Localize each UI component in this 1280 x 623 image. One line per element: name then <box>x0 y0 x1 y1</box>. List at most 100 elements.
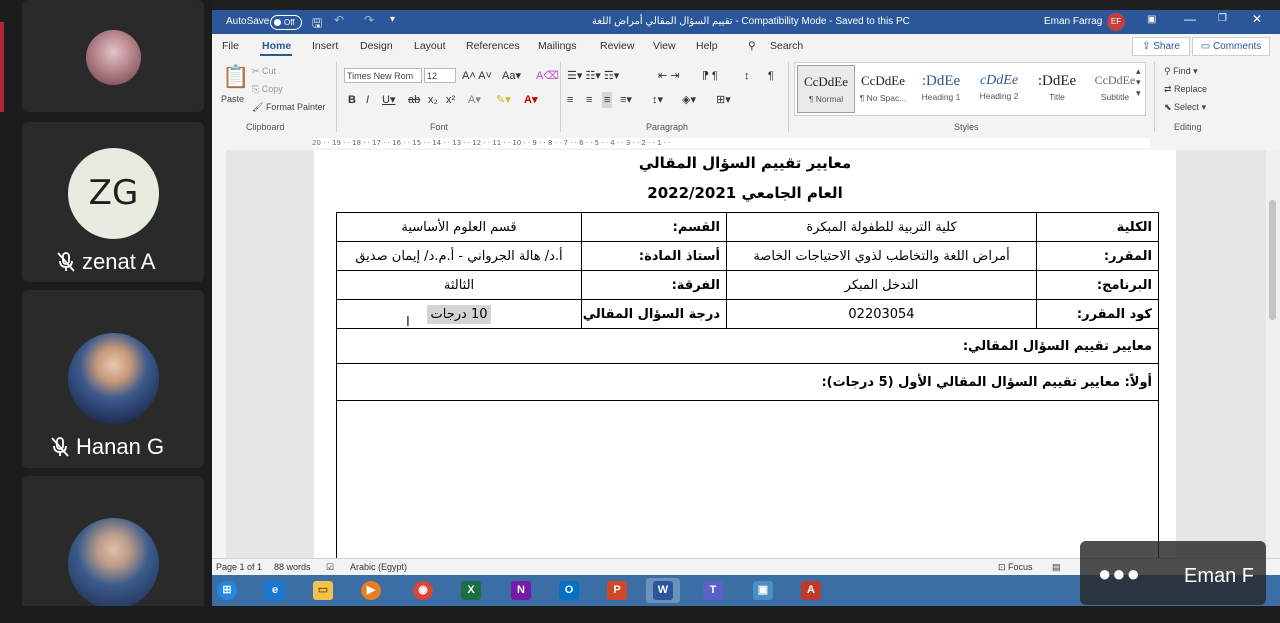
copy-button[interactable]: ⎘ Copy <box>252 84 283 95</box>
selected-text: 10 درجات <box>426 304 492 324</box>
table-cell-selected[interactable]: 10 درجات <box>336 299 582 329</box>
tab-mailings[interactable]: Mailings <box>538 40 577 52</box>
document-canvas[interactable]: معايير تقييم السؤال المقالي العام الجامع… <box>226 150 1266 558</box>
highlight-icon[interactable]: ✎▾ <box>496 92 511 108</box>
start-button-icon[interactable]: ⊞ <box>214 578 240 603</box>
tab-file[interactable]: File <box>222 40 239 52</box>
editing-group-label: Editing <box>1174 122 1202 132</box>
font-size-select[interactable]: 12 <box>424 68 456 83</box>
paste-icon[interactable]: 📋 <box>222 64 249 90</box>
excel-icon[interactable]: X <box>458 578 484 603</box>
select-button[interactable]: ⬉ Select ▾ <box>1164 102 1206 113</box>
line-spacing-icon[interactable]: ↕▾ <box>652 92 663 108</box>
comments-button[interactable]: ▭ Comments <box>1192 37 1270 56</box>
participant-tile-1[interactable] <box>22 0 204 112</box>
photos-icon[interactable]: ▣ <box>750 578 776 603</box>
share-button[interactable]: ⇪ Share <box>1132 37 1190 56</box>
more-options-icon[interactable]: ●●● <box>1098 561 1141 587</box>
strikethrough-button[interactable]: ab <box>408 92 420 108</box>
search-icon[interactable]: ⚲ <box>748 40 756 52</box>
media-player-icon[interactable]: ▶ <box>358 578 384 603</box>
user-avatar[interactable]: EF <box>1107 13 1125 31</box>
cut-button[interactable]: ✂ Cut <box>252 66 276 77</box>
sort-icon[interactable]: ↕ <box>744 68 750 84</box>
search-box[interactable]: Search <box>770 40 803 52</box>
participant-avatar <box>68 333 159 424</box>
shading-icon[interactable]: ◈▾ <box>682 92 696 108</box>
save-icon[interactable]: 🖫 <box>312 14 322 35</box>
file-explorer-icon[interactable]: ▭ <box>310 578 336 603</box>
align-left-icon[interactable]: ≡ <box>567 92 573 108</box>
word-count[interactable]: 88 words <box>274 562 311 572</box>
tab-references[interactable]: References <box>466 40 520 52</box>
internet-explorer-icon[interactable]: e <box>262 578 288 603</box>
text-effects-icon[interactable]: A▾ <box>468 92 481 108</box>
autosave-toggle[interactable]: Off <box>270 15 302 30</box>
style-heading-2[interactable]: cDdEe Heading 2 <box>971 65 1027 111</box>
font-name-select[interactable]: Times New Rom <box>344 68 422 83</box>
focus-button[interactable]: ⊡ Focus <box>998 562 1033 573</box>
redo-icon[interactable]: ↷ <box>364 13 374 27</box>
indent-icon[interactable]: ⇤ ⇥ <box>658 68 680 84</box>
page-count[interactable]: Page 1 of 1 <box>216 562 262 572</box>
onenote-icon[interactable]: N <box>508 578 534 603</box>
style-title[interactable]: :DdEe Title <box>1029 65 1085 111</box>
tab-design[interactable]: Design <box>360 40 393 52</box>
outlook-icon[interactable]: O <box>556 578 582 603</box>
justify-icon[interactable]: ≡▾ <box>620 92 632 108</box>
presenter-overlay[interactable]: ●●● Eman F <box>1080 541 1266 605</box>
undo-icon[interactable]: ↶ <box>334 13 344 27</box>
scrollbar-thumb[interactable] <box>1269 200 1276 320</box>
change-case-icon[interactable]: Aa▾ <box>502 68 521 84</box>
style-heading-1[interactable]: :DdEe Heading 1 <box>913 65 969 111</box>
group-divider <box>336 62 337 132</box>
tab-insert[interactable]: Insert <box>312 40 338 52</box>
align-center-icon[interactable]: ≡ <box>586 92 592 108</box>
style-no-spacing[interactable]: CcDdEe ¶ No Spac... <box>855 65 911 111</box>
tab-review[interactable]: Review <box>600 40 634 52</box>
close-icon[interactable]: ✕ <box>1252 12 1262 26</box>
bullets-icon[interactable]: ☰▾ ☷▾ ☶▾ <box>567 68 619 84</box>
read-mode-icon[interactable]: ▤ <box>1052 562 1061 573</box>
table-row: معايير تقييم السؤال المقالي: <box>336 328 1159 364</box>
subscript-button[interactable]: x₂ <box>428 92 438 108</box>
vertical-scrollbar[interactable] <box>1266 150 1280 558</box>
teams-icon[interactable]: T <box>700 578 726 603</box>
underline-button[interactable]: U▾ <box>382 92 395 108</box>
italic-button[interactable]: I <box>366 92 369 108</box>
proofing-icon[interactable]: ☑ <box>326 562 334 573</box>
powerpoint-icon[interactable]: P <box>604 578 630 603</box>
font-color-icon[interactable]: A▾ <box>524 92 537 108</box>
participant-name: zenat A <box>56 249 155 275</box>
minimize-icon[interactable]: — <box>1184 12 1196 26</box>
clear-formatting-icon[interactable]: A⌫ <box>536 68 559 84</box>
borders-icon[interactable]: ⊞▾ <box>716 92 731 108</box>
horizontal-ruler[interactable]: 20 · · 19 · · 18 · · 17 · · 16 · · 15 · … <box>212 136 1280 151</box>
find-button[interactable]: ⚲ Find ▾ <box>1164 66 1198 77</box>
style-normal[interactable]: CcDdEe ¶ Normal <box>797 65 855 113</box>
superscript-button[interactable]: x² <box>446 92 455 108</box>
ltr-rtl-icon[interactable]: ⁋ ¶ <box>702 68 718 84</box>
word-taskbar-icon[interactable]: W <box>646 578 680 603</box>
style-subtitle[interactable]: CcDdEe Subtitle <box>1087 65 1143 111</box>
tab-home[interactable]: Home <box>262 40 291 52</box>
group-divider <box>788 62 789 132</box>
tab-help[interactable]: Help <box>696 40 718 52</box>
bold-button[interactable]: B <box>348 92 356 108</box>
tab-view[interactable]: View <box>653 40 676 52</box>
tab-layout[interactable]: Layout <box>414 40 446 52</box>
customize-toolbar-icon[interactable]: ▾ <box>390 14 395 25</box>
replace-button[interactable]: ⇄ Replace <box>1164 84 1207 95</box>
paste-button[interactable]: Paste <box>221 94 244 104</box>
language[interactable]: Arabic (Egypt) <box>350 562 407 572</box>
restore-icon[interactable]: ❐ <box>1218 13 1227 24</box>
align-right-icon[interactable]: ≡ <box>602 92 613 108</box>
chrome-icon[interactable]: ◉ <box>410 578 436 603</box>
format-painter-button[interactable]: 🖌 Format Painter <box>252 102 325 113</box>
acrobat-icon[interactable]: A <box>798 578 824 603</box>
styles-scroll-icon[interactable]: ▴ ▾ ▾ <box>1136 66 1141 99</box>
document-page[interactable]: معايير تقييم السؤال المقالي العام الجامع… <box>314 150 1176 558</box>
show-marks-icon[interactable]: ¶ <box>768 68 774 84</box>
grow-font-icon[interactable]: A˄ A˅ <box>462 68 492 84</box>
ribbon-display-icon[interactable]: ▣ <box>1147 14 1156 25</box>
